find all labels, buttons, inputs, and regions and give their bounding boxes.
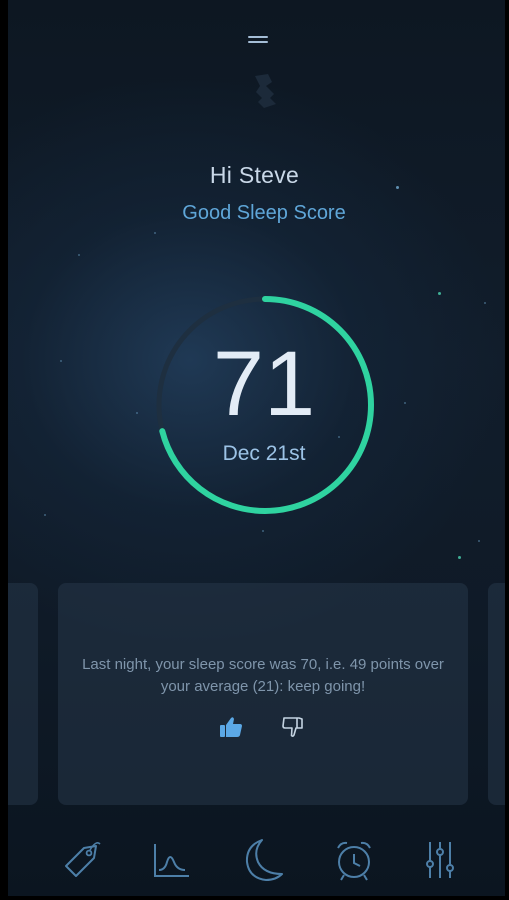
background-star [484,302,486,304]
screen-frame-left [0,0,8,900]
thumbs-up-icon [220,717,242,737]
nav-settings-button[interactable] [414,834,466,886]
score-quality-label: Good Sleep Score [182,202,346,224]
background-star [438,292,441,295]
moon-icon [245,839,283,881]
nav-sleep-button[interactable] [236,834,288,886]
alarm-clock-icon [337,841,371,881]
background-star [44,514,46,516]
sleep-score-value: 71 [212,333,316,435]
bottom-navigation [0,826,509,896]
nav-alarm-button[interactable] [328,834,380,886]
thumbs-up-button[interactable] [218,714,244,740]
nav-stats-button[interactable] [145,834,197,886]
nav-tags-button[interactable] [56,834,108,886]
background-star [262,530,264,532]
background-star [478,540,480,542]
background-star [136,412,138,414]
logo-icon [255,74,276,108]
sleep-score-screen: Hi Steve Good Sleep Score 71 Dec 21st La… [0,0,509,900]
screen-frame-bottom [0,896,509,900]
tag-icon [65,842,101,877]
greeting-text: Hi Steve [209,162,300,188]
insight-message: Last night, your sleep score was 70, i.e… [82,656,444,695]
background-star [78,254,80,256]
background-star [404,402,406,404]
sleep-score-date: Dec 21st [222,442,306,465]
screen-frame-right [505,0,509,900]
thumbs-down-button[interactable] [280,714,306,740]
background-star [458,556,461,559]
background-star [154,232,156,234]
menu-button[interactable] [246,34,272,46]
hamburger-icon-line [248,41,268,43]
hamburger-icon-line [248,36,268,38]
thumbs-down-icon [282,717,303,737]
chart-icon [154,844,189,877]
background-star [60,360,62,362]
sliders-icon [426,842,454,878]
